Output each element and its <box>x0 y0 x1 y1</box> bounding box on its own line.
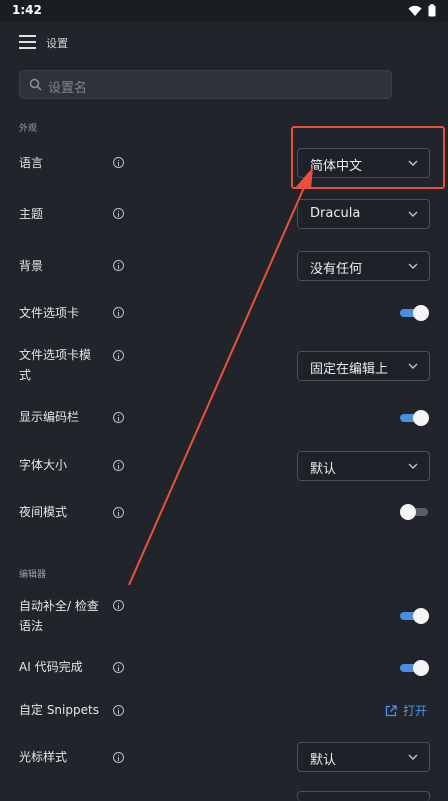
file-tab-mode-value: 固定在编辑上 <box>310 362 389 377</box>
file-tab-mode-select[interactable]: 固定在编辑上 <box>297 351 430 381</box>
section-header-editor: 编辑器 <box>19 570 47 580</box>
status-time: 1:42 <box>12 3 42 17</box>
info-icon[interactable] <box>113 507 124 518</box>
info-icon[interactable] <box>113 600 124 611</box>
night-mode-toggle[interactable] <box>400 503 430 521</box>
external-link-icon <box>385 704 397 716</box>
font-size-label: 字体大小 <box>19 458 68 472</box>
chevron-down-icon <box>408 463 418 469</box>
chevron-down-icon <box>408 211 418 217</box>
open-snippets-link[interactable]: 打开 <box>385 702 427 719</box>
status-bar: 1:42 <box>0 0 448 22</box>
autocomplete-toggle[interactable] <box>400 607 430 625</box>
theme-label: 主题 <box>19 207 44 221</box>
ai-completion-label: AI 代码完成 <box>19 660 83 674</box>
theme-value: Dracula <box>310 206 361 221</box>
chevron-down-icon <box>408 160 418 166</box>
cursor-style-label: 光标样式 <box>19 750 68 764</box>
font-size-select[interactable]: 默认 <box>297 451 430 481</box>
info-icon[interactable] <box>113 752 124 763</box>
search-icon <box>29 78 42 91</box>
background-value: 没有任何 <box>310 262 363 277</box>
info-icon[interactable] <box>113 157 124 168</box>
file-tabs-label: 文件选项卡 <box>19 306 80 320</box>
cursor-style-select[interactable]: 默认 <box>297 742 430 772</box>
app-bar: 设置 <box>0 22 448 64</box>
cursor-style-value: 默认 <box>310 753 337 768</box>
language-value: 简体中文 <box>310 159 363 174</box>
chevron-down-icon <box>408 363 418 369</box>
custom-snippets-label: 自定 Snippets <box>19 703 99 717</box>
status-icons <box>408 4 436 17</box>
open-snippets-label: 打开 <box>403 704 428 718</box>
info-icon[interactable] <box>113 350 124 361</box>
info-icon[interactable] <box>113 412 124 423</box>
info-icon[interactable] <box>113 260 124 271</box>
autocomplete-label-line2: 语法 <box>19 619 44 633</box>
search-input[interactable]: 设置名 <box>19 70 392 99</box>
ai-completion-toggle[interactable] <box>400 659 430 677</box>
section-header-appearance: 外观 <box>19 124 38 134</box>
font-size-value: 默认 <box>310 462 337 477</box>
theme-select[interactable]: Dracula <box>297 199 430 229</box>
search-placeholder: 设置名 <box>48 81 88 96</box>
annotation-arrow-icon <box>128 167 313 586</box>
night-mode-label: 夜间模式 <box>19 505 68 519</box>
info-icon[interactable] <box>113 460 124 471</box>
info-icon[interactable] <box>113 307 124 318</box>
page-title: 设置 <box>46 37 68 50</box>
autocomplete-label-line1: 自动补全/ 检查 <box>19 599 99 613</box>
language-select[interactable]: 简体中文 <box>297 148 430 178</box>
info-icon[interactable] <box>113 662 124 673</box>
battery-icon <box>428 4 436 17</box>
show-code-bar-label: 显示编码栏 <box>19 410 80 424</box>
background-select[interactable]: 没有任何 <box>297 251 430 281</box>
wifi-icon <box>408 5 422 16</box>
show-code-bar-toggle[interactable] <box>400 409 430 427</box>
file-tab-mode-label-line2: 式 <box>19 368 32 382</box>
file-tabs-toggle[interactable] <box>400 304 430 322</box>
background-label: 背景 <box>19 259 44 273</box>
chevron-down-icon <box>408 754 418 760</box>
file-tab-mode-label-line1: 文件选项卡模 <box>19 348 92 362</box>
info-icon[interactable] <box>113 208 124 219</box>
chevron-down-icon <box>408 263 418 269</box>
info-icon[interactable] <box>113 705 124 716</box>
next-setting-select[interactable] <box>297 791 430 801</box>
language-label: 语言 <box>19 156 44 170</box>
hamburger-menu-icon[interactable] <box>19 35 36 49</box>
